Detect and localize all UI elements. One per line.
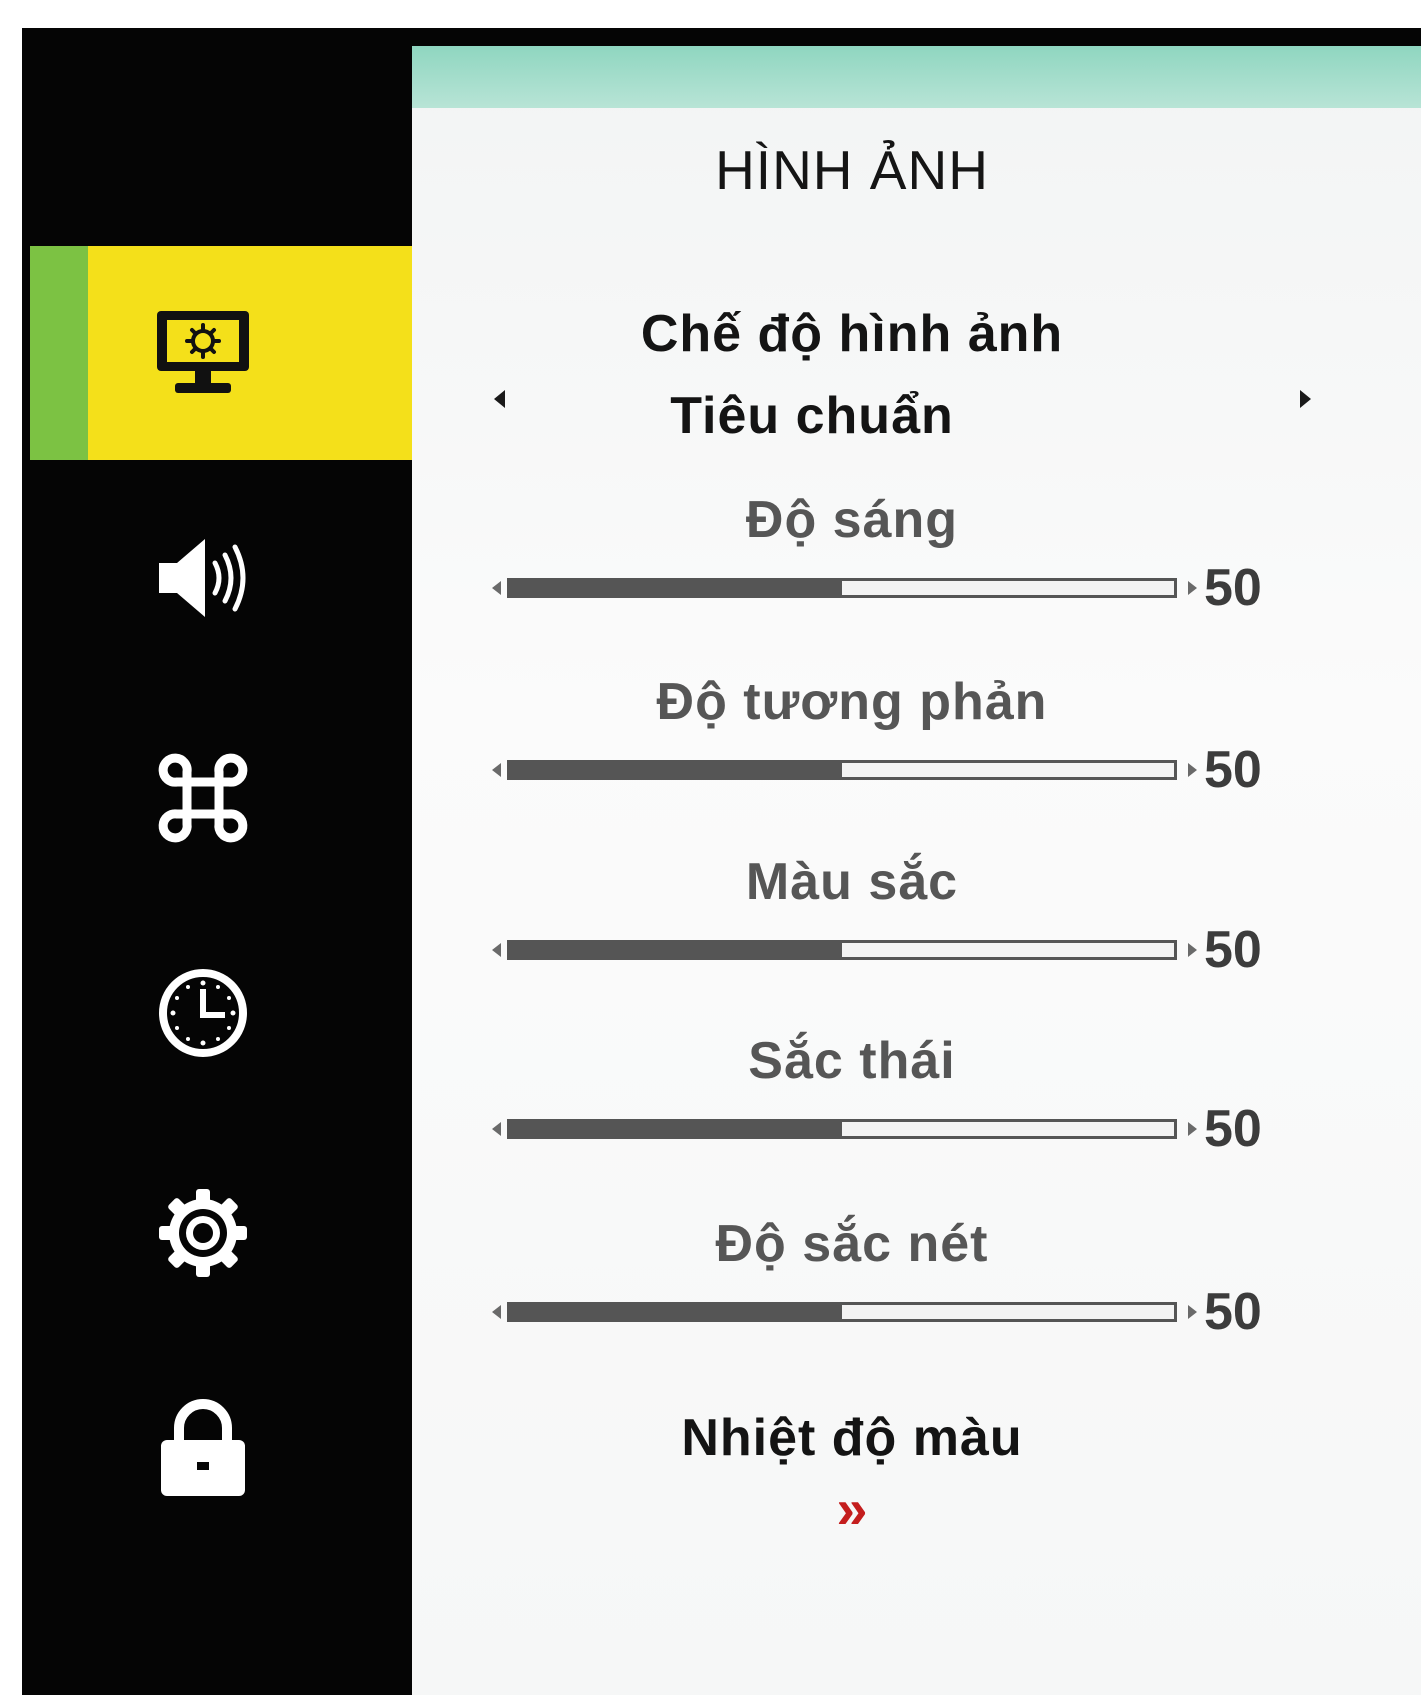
- header-bar: [412, 46, 1421, 108]
- slider-increase-arrow[interactable]: [1188, 763, 1197, 777]
- sidebar-item-time[interactable]: [30, 953, 412, 1073]
- slider-track[interactable]: [507, 1119, 1177, 1139]
- slider-increase-arrow[interactable]: [1188, 1122, 1197, 1136]
- slider-track[interactable]: [507, 1302, 1177, 1322]
- slider-decrease-arrow[interactable]: [492, 581, 501, 595]
- sidebar-item-picture[interactable]: [30, 246, 412, 460]
- clock-icon: [155, 965, 251, 1061]
- slider-decrease-arrow[interactable]: [492, 1305, 501, 1319]
- slider-fill: [510, 1122, 842, 1136]
- picture-menu-panel: HÌNH ẢNH Chế độ hình ảnh Tiêu chuẩn Độ s…: [412, 46, 1421, 1695]
- picture-mode-value[interactable]: Tiêu chuẩn: [372, 386, 1252, 446]
- slider-value: 50: [1204, 921, 1262, 979]
- speaker-icon: [153, 533, 253, 623]
- slider-increase-arrow[interactable]: [1188, 1305, 1197, 1319]
- gear-icon: [155, 1185, 251, 1281]
- slider-track[interactable]: [507, 578, 1177, 598]
- lock-icon: [155, 1396, 251, 1500]
- slider-value: 50: [1204, 1283, 1262, 1341]
- slider-increase-arrow[interactable]: [1188, 943, 1197, 957]
- picture-mode-label: Chế độ hình ảnh: [640, 305, 1064, 363]
- slider-track[interactable]: [507, 760, 1177, 780]
- slider-label: Màu sắc: [745, 853, 959, 911]
- sidebar-item-sound[interactable]: [30, 523, 412, 633]
- slider-label: Độ sáng: [745, 491, 959, 549]
- sidebar-item-lock[interactable]: [30, 1388, 412, 1508]
- page-title: HÌNH ẢNH: [715, 139, 989, 201]
- slider-label: Sắc thái: [748, 1032, 956, 1090]
- slider-track[interactable]: [507, 940, 1177, 960]
- slider-fill: [510, 581, 842, 595]
- tv-osd-screen: HÌNH ẢNH Chế độ hình ảnh Tiêu chuẩn Độ s…: [22, 28, 1421, 1695]
- slider-label: Độ tương phản: [656, 673, 1048, 731]
- slider-fill: [510, 763, 842, 777]
- sidebar: [22, 28, 412, 1695]
- slider-value: 50: [1204, 559, 1262, 617]
- slider-decrease-arrow[interactable]: [492, 763, 501, 777]
- submenu-chevron-icon[interactable]: »: [412, 1476, 1292, 1541]
- slider-increase-arrow[interactable]: [1188, 581, 1197, 595]
- picture-mode-next-arrow[interactable]: [1300, 390, 1311, 408]
- command-icon: [155, 750, 251, 846]
- slider-label: Độ sắc nét: [715, 1215, 989, 1273]
- color-temperature-label[interactable]: Nhiệt độ màu: [412, 1408, 1292, 1468]
- slider-decrease-arrow[interactable]: [492, 943, 501, 957]
- sidebar-item-function[interactable]: [30, 738, 412, 858]
- slider-value: 50: [1204, 741, 1262, 799]
- slider-fill: [510, 1305, 842, 1319]
- slider-decrease-arrow[interactable]: [492, 1122, 501, 1136]
- monitor-settings-icon: [151, 307, 255, 399]
- slider-value: 50: [1204, 1100, 1262, 1158]
- sidebar-item-setup[interactable]: [30, 1173, 412, 1293]
- slider-fill: [510, 943, 842, 957]
